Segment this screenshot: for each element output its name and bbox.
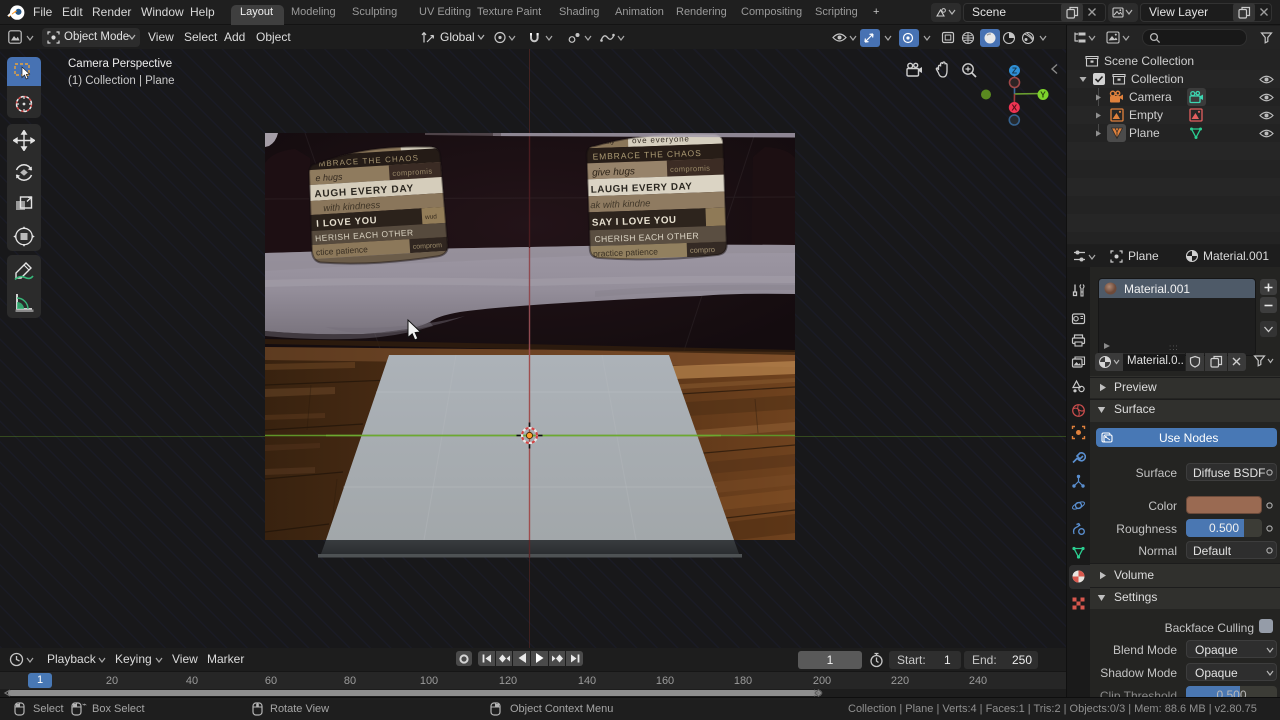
svg-text:wud: wud bbox=[424, 213, 438, 221]
svg-text:X: X bbox=[1011, 103, 1017, 113]
svg-text:Z: Z bbox=[1012, 66, 1017, 76]
svg-text:ak with kindne: ak with kindne bbox=[590, 198, 651, 211]
svg-text:e hugs: e hugs bbox=[315, 172, 343, 184]
svg-text:give hugs: give hugs bbox=[592, 166, 635, 178]
svg-text:compromis: compromis bbox=[670, 164, 711, 174]
svg-text:Y: Y bbox=[1040, 90, 1046, 100]
svg-text:compro: compro bbox=[690, 245, 715, 255]
